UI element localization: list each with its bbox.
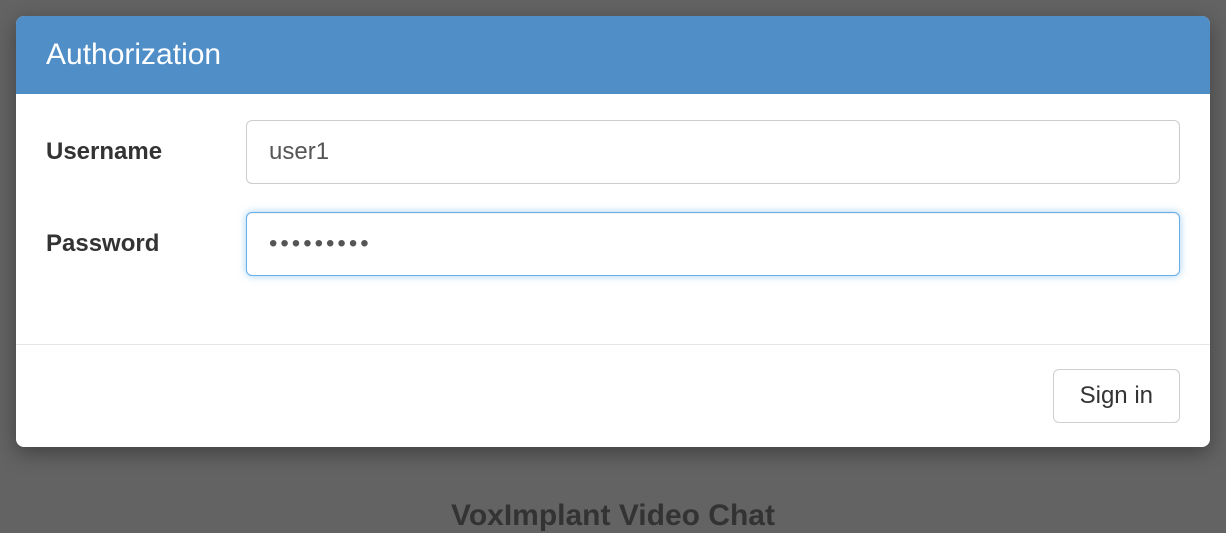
sign-in-button[interactable]: Sign in <box>1053 369 1180 423</box>
modal-body: Username Password <box>16 94 1210 344</box>
authorization-modal: Authorization Username Password Sign in <box>16 16 1210 447</box>
username-label: Username <box>46 138 246 166</box>
password-label: Password <box>46 230 246 258</box>
modal-footer: Sign in <box>16 344 1210 447</box>
password-input[interactable] <box>246 212 1180 276</box>
username-row: Username <box>46 120 1180 184</box>
username-input[interactable] <box>246 120 1180 184</box>
password-row: Password <box>46 212 1180 276</box>
modal-title: Authorization <box>16 16 1210 94</box>
